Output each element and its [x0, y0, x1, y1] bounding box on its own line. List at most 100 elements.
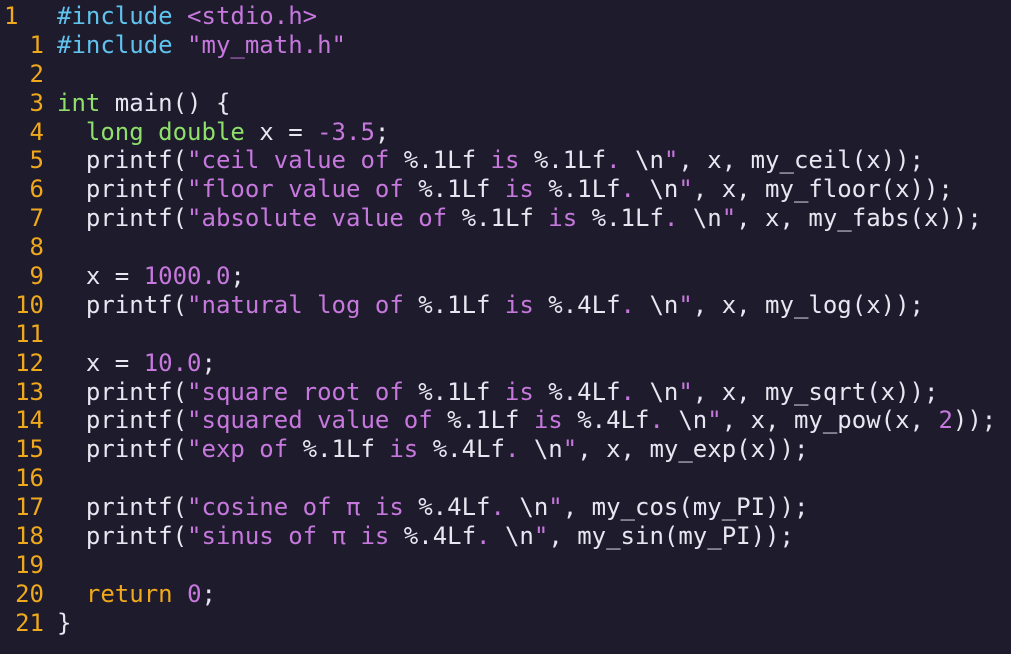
code-token-kw: return [85, 579, 173, 608]
code-token-str: <stdio.h> [187, 2, 318, 30]
code-token-str: "sinus of π is [187, 522, 404, 551]
code-token-str: " [663, 146, 679, 175]
code-line[interactable]: 10 printf("natural log of %.1Lf is %.4Lf… [0, 291, 1011, 320]
code-token-num: 2 [938, 406, 953, 435]
code-token-fmt: \n [649, 290, 679, 319]
code-line[interactable]: 21} [0, 609, 1011, 638]
code-token-str: "squared value of [187, 406, 448, 435]
code-text: printf("floor value of %.1Lf is %.1Lf. \… [57, 175, 953, 204]
code-text: printf("cosine of π is %.4Lf. \n", my_co… [57, 493, 809, 522]
code-token-plain: printf( [57, 435, 188, 464]
code-token-str: " [721, 204, 737, 233]
code-token-pre: #include [57, 2, 188, 30]
code-token-str: " [678, 290, 693, 319]
code-token-plain: , x, my_log(x)); [692, 290, 924, 319]
code-editor[interactable]: 1 #include <stdio.h> 1 #include "my_math.h"… [0, 2, 1011, 638]
code-line[interactable]: 14 printf("squared value of %.1Lf is %.4… [0, 406, 1011, 435]
code-token-plain: printf( [57, 204, 188, 233]
code-line[interactable]: 2 [0, 60, 1011, 89]
code-token-fmt: %.1Lf [533, 146, 607, 175]
line-number: 13 [15, 377, 44, 406]
code-token-plain: , x, my_fabs(x)); [736, 204, 982, 233]
code-token-str: "floor value of [187, 175, 419, 204]
code-token-num: 0 [187, 579, 202, 608]
code-token-plain: printf( [57, 377, 188, 406]
code-token-str: . [649, 406, 679, 435]
code-token-fmt: %.4Lf [432, 435, 505, 464]
code-line[interactable]: 1 #include "my_math.h" [0, 31, 1011, 60]
code-text: long double x = -3.5; [57, 118, 389, 147]
code-line[interactable]: 12 x = 10.0; [0, 349, 1011, 378]
code-token-plain: ; [201, 579, 216, 608]
code-line[interactable]: 4 long double x = -3.5; [0, 118, 1011, 147]
code-token-plain: )); [952, 406, 997, 435]
code-token-plain: main() { [100, 88, 231, 117]
code-text: printf("sinus of π is %.4Lf. \n", my_sin… [57, 522, 794, 551]
code-line[interactable]: 11 [0, 320, 1011, 349]
line-number: 2 [29, 59, 44, 88]
code-line[interactable]: 20 return 0; [0, 580, 1011, 609]
code-token-str: "cosine of π is [187, 493, 419, 522]
code-token-fmt: %.1Lf [548, 175, 621, 204]
code-token-plain: x = [57, 262, 144, 291]
code-line[interactable]: 9 x = 1000.0; [0, 262, 1011, 291]
code-token-str: is [490, 377, 549, 406]
code-text: return 0; [57, 580, 216, 609]
code-token-plain: ; [230, 262, 245, 291]
line-number: 7 [29, 204, 44, 233]
line-number: 19 [15, 550, 44, 579]
code-token-fmt: \n [533, 435, 563, 464]
line-number: 1 [29, 30, 44, 59]
code-token-fmt: \n [678, 406, 708, 435]
code-token-fmt: \n [635, 146, 664, 175]
code-text: x = 1000.0; [57, 262, 245, 291]
code-token-fmt: %.1Lf [302, 435, 375, 464]
code-token-plain: printf( [57, 290, 188, 319]
code-token-fmt: %.1Lf [418, 377, 491, 406]
line-number: 18 [15, 522, 44, 551]
code-line[interactable]: 15 printf("exp of %.1Lf is %.4Lf. \n", x… [0, 435, 1011, 464]
line-number: 3 [29, 88, 44, 117]
code-text: x = 10.0; [57, 349, 216, 378]
code-line[interactable]: 13 printf("square root of %.1Lf is %.4Lf… [0, 378, 1011, 407]
code-line[interactable]: 8 [0, 233, 1011, 262]
code-line[interactable]: 3 int main() { [0, 89, 1011, 118]
code-token-fmt: %.4Lf [548, 290, 621, 319]
code-token-type: int [57, 88, 101, 117]
code-token-fmt: %.1Lf [403, 146, 477, 175]
code-line[interactable]: 16 [0, 464, 1011, 493]
code-token-fmt: %.4Lf [548, 377, 621, 406]
code-token-str: " [707, 406, 722, 435]
code-token-type: long double [85, 117, 245, 146]
code-token-str: "absolute value of [187, 204, 462, 233]
code-token-pre: #include [57, 30, 188, 59]
line-number: 9 [29, 262, 44, 291]
code-text: int main() { [57, 89, 230, 118]
code-token-str: is [374, 435, 433, 464]
code-token-str: " [678, 175, 693, 204]
code-token-plain: printf( [57, 175, 188, 204]
code-line[interactable]: 17 printf("cosine of π is %.4Lf. \n", my… [0, 493, 1011, 522]
line-number: 15 [15, 435, 44, 464]
code-line[interactable]: 5 printf("ceil value of %.1Lf is %.1Lf. … [0, 146, 1011, 175]
code-token-str: is [490, 290, 549, 319]
code-token-str: "my_math.h" [187, 30, 346, 59]
code-token-fmt: %.4Lf [418, 493, 491, 522]
code-token-fmt: %.1Lf [461, 204, 534, 233]
code-token-plain: x = [244, 117, 318, 146]
code-line[interactable]: 19 [0, 551, 1011, 580]
code-text: printf("squared value of %.1Lf is %.4Lf.… [57, 406, 996, 435]
code-token-fmt: %.1Lf [418, 290, 491, 319]
code-line[interactable]: 6 printf("floor value of %.1Lf is %.1Lf.… [0, 175, 1011, 204]
code-line[interactable]: 1 #include <stdio.h> [0, 2, 1011, 31]
code-line[interactable]: 7 printf("absolute value of %.1Lf is %.1… [0, 204, 1011, 233]
code-text: printf("natural log of %.1Lf is %.4Lf. \… [57, 291, 924, 320]
code-text: printf("exp of %.1Lf is %.4Lf. \n", x, m… [57, 435, 809, 464]
code-text: } [57, 609, 71, 638]
code-line[interactable]: 18 printf("sinus of π is %.4Lf. \n", my_… [0, 522, 1011, 551]
code-token-str: " [562, 435, 578, 464]
line-number: 5 [29, 146, 44, 175]
code-token-plain: , x, my_sqrt(x)); [692, 377, 939, 406]
